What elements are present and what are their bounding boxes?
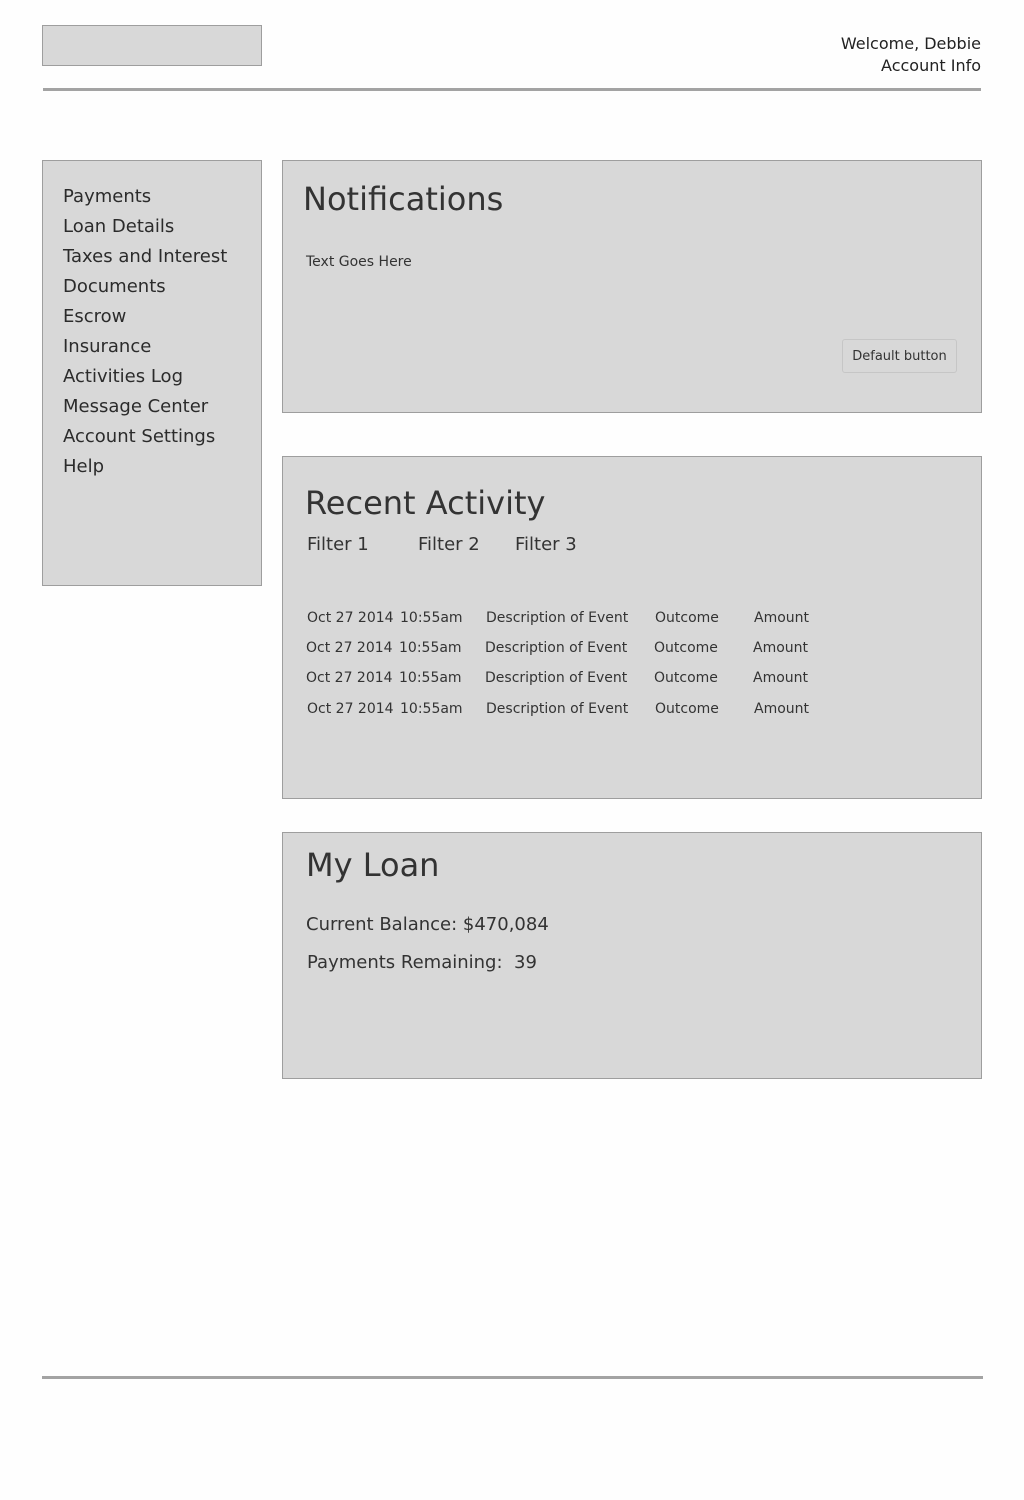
sidebar-item-escrow[interactable]: Escrow <box>63 302 261 332</box>
current-balance: Current Balance: $470,084 <box>306 914 549 935</box>
activity-row: Oct 27 2014 10:55am Description of Event… <box>283 640 981 660</box>
activity-time: 10:55am <box>399 670 462 686</box>
activity-amount: Amount <box>753 670 809 686</box>
sidebar-item-account-settings[interactable]: Account Settings <box>63 422 261 452</box>
activity-outcome: Outcome <box>655 610 719 626</box>
recent-activity-panel: Recent Activity Filter 1 Filter 2 Filter… <box>282 456 982 799</box>
logo-placeholder[interactable] <box>42 25 262 66</box>
notifications-panel: Notifications Text Goes Here Default but… <box>282 160 982 413</box>
activity-date: Oct 27 2014 <box>307 610 394 626</box>
notifications-text: Text Goes Here <box>306 254 412 270</box>
activity-amount: Amount <box>754 610 810 626</box>
sidebar-item-help[interactable]: Help <box>63 452 261 482</box>
activity-time: 10:55am <box>400 610 463 626</box>
sidebar-item-taxes-and-interest[interactable]: Taxes and Interest <box>63 242 261 272</box>
activity-time: 10:55am <box>400 701 463 717</box>
activity-description: Description of Event <box>485 670 628 686</box>
activity-outcome: Outcome <box>654 640 718 656</box>
sidebar-item-payments[interactable]: Payments <box>63 182 261 212</box>
activity-row: Oct 27 2014 10:55am Description of Event… <box>283 701 981 721</box>
filter-1-tab[interactable]: Filter 1 <box>307 534 369 555</box>
activity-outcome: Outcome <box>654 670 718 686</box>
activity-date: Oct 27 2014 <box>306 670 393 686</box>
activity-outcome: Outcome <box>655 701 719 717</box>
activity-description: Description of Event <box>486 610 629 626</box>
activity-time: 10:55am <box>399 640 462 656</box>
filter-3-tab[interactable]: Filter 3 <box>515 534 577 555</box>
activity-date: Oct 27 2014 <box>307 701 394 717</box>
activity-amount: Amount <box>754 701 810 717</box>
notifications-title: Notifications <box>303 180 504 218</box>
sidebar-nav: Payments Loan Details Taxes and Interest… <box>42 160 262 586</box>
filter-2-tab[interactable]: Filter 2 <box>418 534 480 555</box>
sidebar-item-activities-log[interactable]: Activities Log <box>63 362 261 392</box>
activity-row: Oct 27 2014 10:55am Description of Event… <box>283 670 981 690</box>
recent-activity-title: Recent Activity <box>305 484 546 522</box>
activity-description: Description of Event <box>485 640 628 656</box>
welcome-text: Welcome, Debbie <box>840 34 981 53</box>
sidebar-item-message-center[interactable]: Message Center <box>63 392 261 422</box>
sidebar-item-insurance[interactable]: Insurance <box>63 332 261 362</box>
activity-row: Oct 27 2014 10:55am Description of Event… <box>283 610 981 630</box>
account-info-link[interactable]: Account Info <box>841 55 981 77</box>
activity-amount: Amount <box>753 640 809 656</box>
sidebar-item-documents[interactable]: Documents <box>63 272 261 302</box>
payments-remaining: Payments Remaining: 39 <box>307 952 537 973</box>
activity-description: Description of Event <box>486 701 629 717</box>
activity-date: Oct 27 2014 <box>306 640 393 656</box>
my-loan-panel: My Loan Current Balance: $470,084 Paymen… <box>282 832 982 1079</box>
header-divider <box>43 88 981 91</box>
my-loan-title: My Loan <box>306 846 440 884</box>
footer-divider <box>42 1376 983 1379</box>
default-button[interactable]: Default button <box>842 339 957 373</box>
sidebar-item-loan-details[interactable]: Loan Details <box>63 212 261 242</box>
user-info: Welcome, Debbie Account Info <box>841 33 981 77</box>
